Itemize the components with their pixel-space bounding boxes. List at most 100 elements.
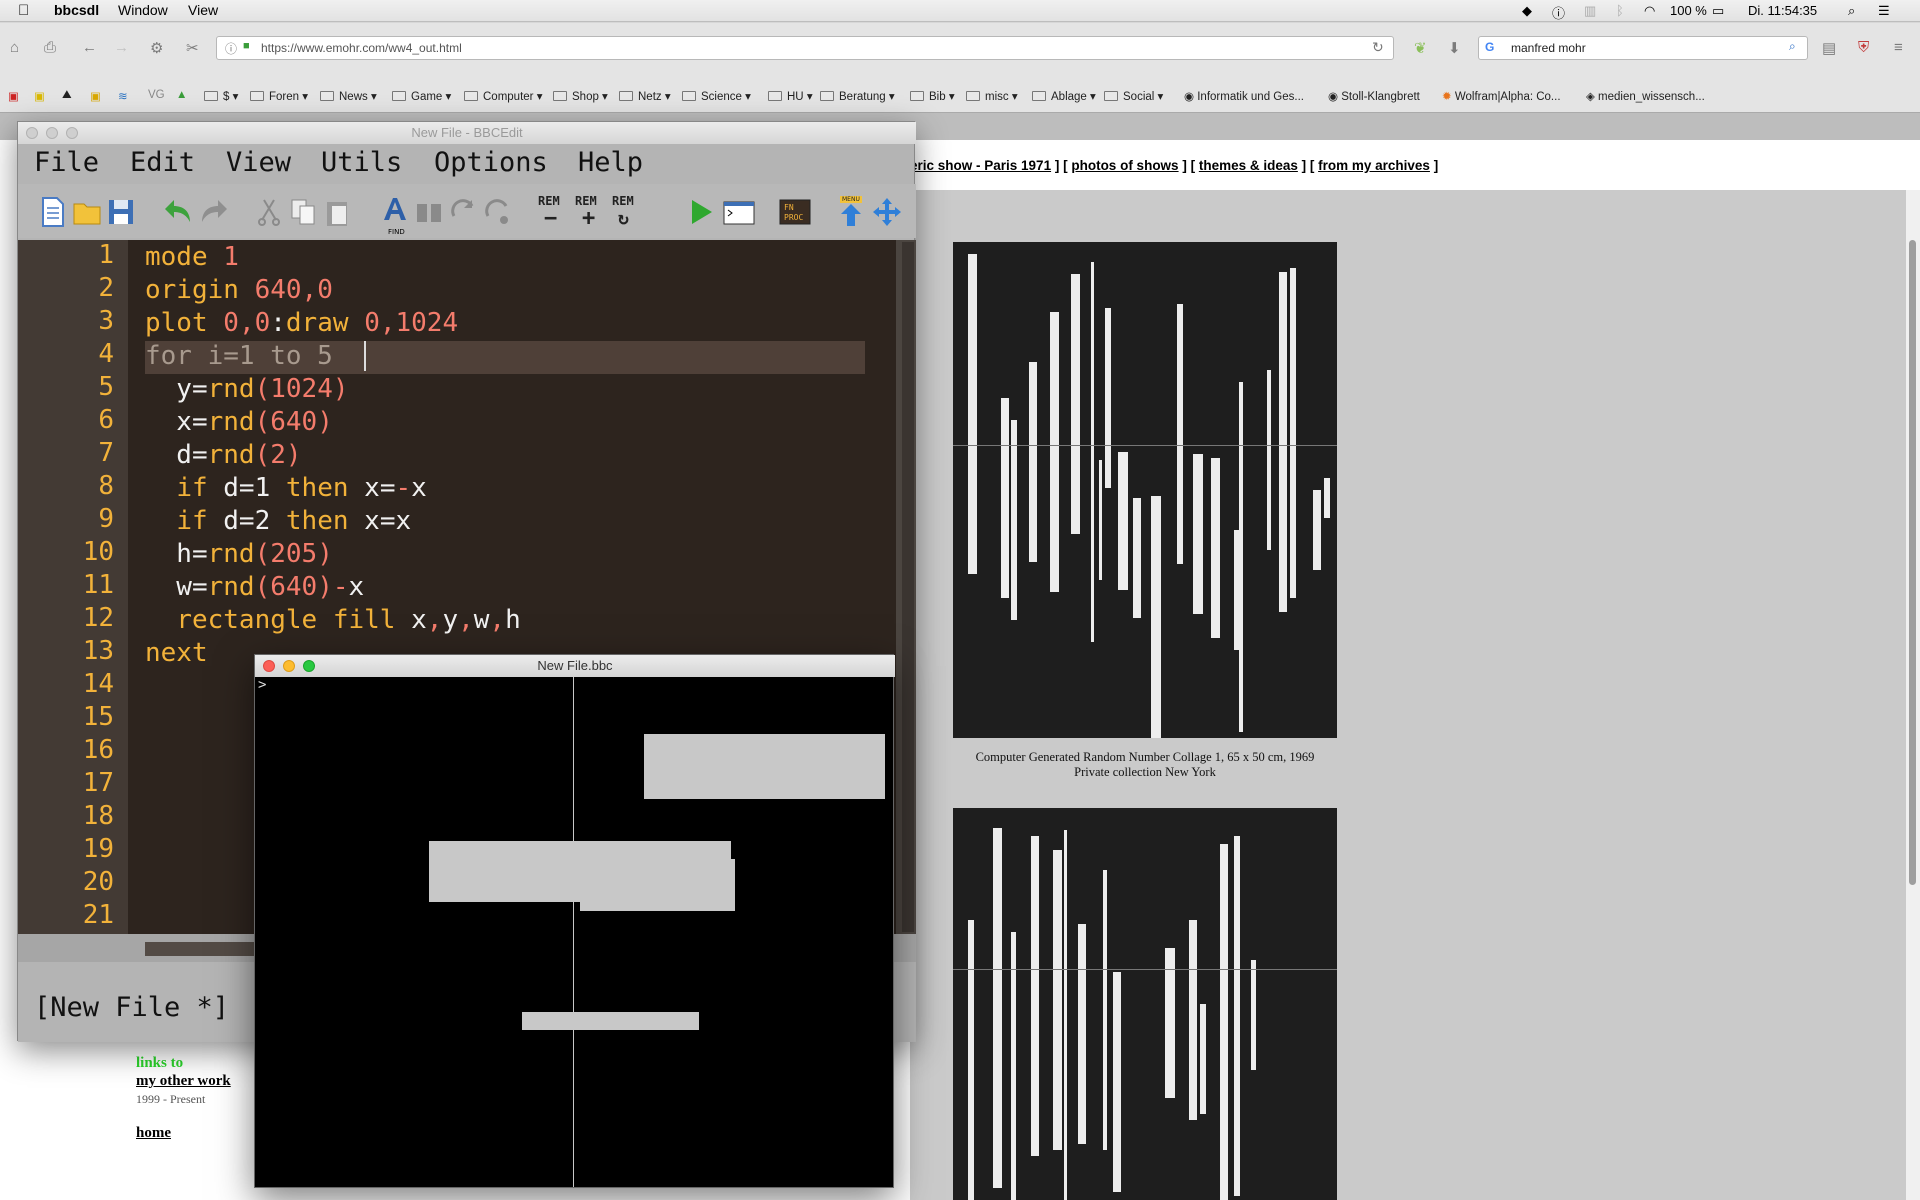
menu-view[interactable]: View <box>226 147 291 178</box>
bookmark-vg[interactable]: VG <box>148 89 165 101</box>
dropbox-icon[interactable]: ◆ <box>1522 3 1532 19</box>
menubar-window[interactable]: Window <box>118 2 168 18</box>
sidebar-icon[interactable]: ▤ <box>1822 39 1836 57</box>
bookmark-folder-ablage[interactable]: Ablage ▾ <box>1032 89 1096 103</box>
bookmark-folder-computer[interactable]: Computer ▾ <box>464 89 542 103</box>
replace-icon[interactable] <box>448 196 478 228</box>
print-icon[interactable]: ⎙ <box>44 39 56 56</box>
menu-file[interactable]: File <box>34 147 99 178</box>
wifi-icon[interactable]: ◠ <box>1644 3 1655 19</box>
nav-link-photos[interactable]: photos of shows <box>1071 158 1178 173</box>
bluetooth-icon[interactable]: ᛒ <box>1616 3 1624 18</box>
grid-icon[interactable]: ▥ <box>1584 3 1596 19</box>
paste-icon[interactable] <box>322 196 352 228</box>
scissors-icon[interactable]: ✂ <box>186 39 199 57</box>
menu-help[interactable]: Help <box>578 147 643 178</box>
save-icon[interactable] <box>106 196 136 228</box>
site-info-icon[interactable]: ⓘ <box>225 40 237 57</box>
editor-vertical-scrollbar-thumb[interactable] <box>902 242 914 932</box>
url-text[interactable]: https://www.emohr.com/ww4_out.html <box>261 41 462 55</box>
page-scrollbar-thumb[interactable] <box>1909 240 1916 885</box>
clock[interactable]: Di. 11:54:35 <box>1748 3 1817 18</box>
undo-icon[interactable] <box>164 196 194 228</box>
bookmark-folder-hu[interactable]: HU ▾ <box>768 89 813 103</box>
menu-options[interactable]: Options <box>434 147 548 178</box>
replace-all-icon[interactable] <box>482 196 512 228</box>
bookmark-folder-dollar[interactable]: $ ▾ <box>204 89 238 103</box>
menu-utils[interactable]: Utils <box>321 147 402 178</box>
nav-link-themes[interactable]: themes & ideas <box>1199 158 1298 173</box>
info-icon[interactable]: ⓘ <box>1552 3 1565 22</box>
hamburger-menu-icon[interactable]: ≡ <box>1894 39 1903 56</box>
copy-icon[interactable] <box>288 196 318 228</box>
fn-proc-icon[interactable]: FNPROC <box>778 196 812 228</box>
battery-icon[interactable]: ▭ <box>1712 3 1724 19</box>
bookmark-folder-news[interactable]: News ▾ <box>320 89 377 103</box>
bookmark-folder-science[interactable]: Science ▾ <box>682 89 751 103</box>
graphics-canvas[interactable]: > <box>255 677 893 1187</box>
minimize-button[interactable] <box>46 127 58 139</box>
find-icon[interactable] <box>380 196 410 228</box>
bookmark-folder-bib[interactable]: Bib ▾ <box>910 89 955 103</box>
bookmark-folder-misc[interactable]: misc ▾ <box>966 89 1018 103</box>
bookmark-informatik[interactable]: ◉ Informatik und Ges... <box>1184 89 1304 103</box>
search-icon[interactable]: ⌕ <box>1789 39 1796 54</box>
extensions-icon[interactable]: ⚙ <box>150 39 163 57</box>
leaf-icon[interactable]: ❦ <box>1414 39 1427 57</box>
bookmark-stoll[interactable]: ◉ Stoll-Klangbrett <box>1328 89 1420 103</box>
forward-icon[interactable]: → <box>114 39 129 56</box>
artwork-image-1[interactable] <box>953 242 1337 738</box>
spotlight-icon[interactable]: ⌕ <box>1848 3 1855 19</box>
db-bookmark-icon[interactable]: ▣ <box>8 89 19 103</box>
zoom-button[interactable] <box>66 127 78 139</box>
bookmark-folder-game[interactable]: Game ▾ <box>392 89 451 103</box>
editor-horizontal-scrollbar-thumb[interactable] <box>145 942 255 956</box>
cut-icon[interactable] <box>254 196 284 228</box>
drive-bookmark-icon[interactable]: ▲ <box>176 89 187 101</box>
bbcedit-titlebar[interactable]: New File - BBCEdit <box>18 122 916 144</box>
open-folder-icon[interactable] <box>72 196 102 228</box>
move-arrows-icon[interactable] <box>870 196 904 228</box>
nav-link-show-paris[interactable]: eric show - Paris 1971 <box>910 158 1051 173</box>
menubar-app-name[interactable]: bbcsdl <box>54 2 99 18</box>
bvg-bookmark-icon[interactable]: ▣ <box>34 89 45 103</box>
url-bar[interactable]: ⓘ ■ https://www.emohr.com/ww4_out.html ↻ <box>216 36 1394 60</box>
remove-rem-icon[interactable]: − <box>544 206 557 231</box>
my-other-work-link[interactable]: my other work <box>136 1073 231 1090</box>
apple-icon[interactable]:  <box>18 2 29 19</box>
bookmark-folder-foren[interactable]: Foren ▾ <box>250 89 308 103</box>
output-close-button[interactable] <box>263 660 275 672</box>
bookmark-folder-beratung[interactable]: Beratung ▾ <box>820 89 895 103</box>
bookmark-folder-shop[interactable]: Shop ▾ <box>553 89 608 103</box>
back-icon[interactable]: ← <box>82 39 97 56</box>
home-icon[interactable]: ⌂ <box>10 39 19 56</box>
new-file-icon[interactable] <box>38 196 68 228</box>
download-icon[interactable]: ⬇ <box>1448 39 1461 57</box>
menubar-view[interactable]: View <box>188 2 218 18</box>
redo-icon[interactable] <box>198 196 228 228</box>
output-titlebar[interactable]: New File.bbc <box>255 655 895 677</box>
nav-link-archives[interactable]: from my archives <box>1318 158 1430 173</box>
add-rem-icon[interactable]: + <box>582 206 595 231</box>
ublock-icon[interactable]: ⛨ <box>1858 39 1869 56</box>
bookmark-folder-netz[interactable]: Netz ▾ <box>619 89 671 103</box>
binoculars-icon[interactable] <box>414 196 444 228</box>
notification-center-icon[interactable]: ☰ <box>1878 3 1890 19</box>
close-button[interactable] <box>26 127 38 139</box>
artwork-image-2[interactable] <box>953 808 1337 1200</box>
immediate-mode-icon[interactable] <box>722 196 756 228</box>
wifi-bookmark-icon[interactable]: ≋ <box>118 89 128 103</box>
home-link[interactable]: home <box>136 1125 231 1142</box>
toggle-rem-icon[interactable]: ↻ <box>618 208 629 229</box>
output-zoom-button[interactable] <box>303 660 315 672</box>
bookmark-wolfram[interactable]: ✹ Wolfram|Alpha: Co... <box>1442 89 1561 103</box>
output-minimize-button[interactable] <box>283 660 295 672</box>
bookmark-icon[interactable]: ⛰ <box>62 89 72 102</box>
menu-edit[interactable]: Edit <box>130 147 195 178</box>
bookmark-folder-social[interactable]: Social ▾ <box>1104 89 1163 103</box>
run-icon[interactable] <box>686 196 716 228</box>
bookmark-medien[interactable]: ◈ medien_wissensch... <box>1586 89 1705 103</box>
reload-icon[interactable]: ↻ <box>1372 39 1384 56</box>
post-bookmark-icon[interactable]: ▣ <box>90 89 101 103</box>
search-input[interactable]: manfred mohr <box>1511 41 1586 55</box>
